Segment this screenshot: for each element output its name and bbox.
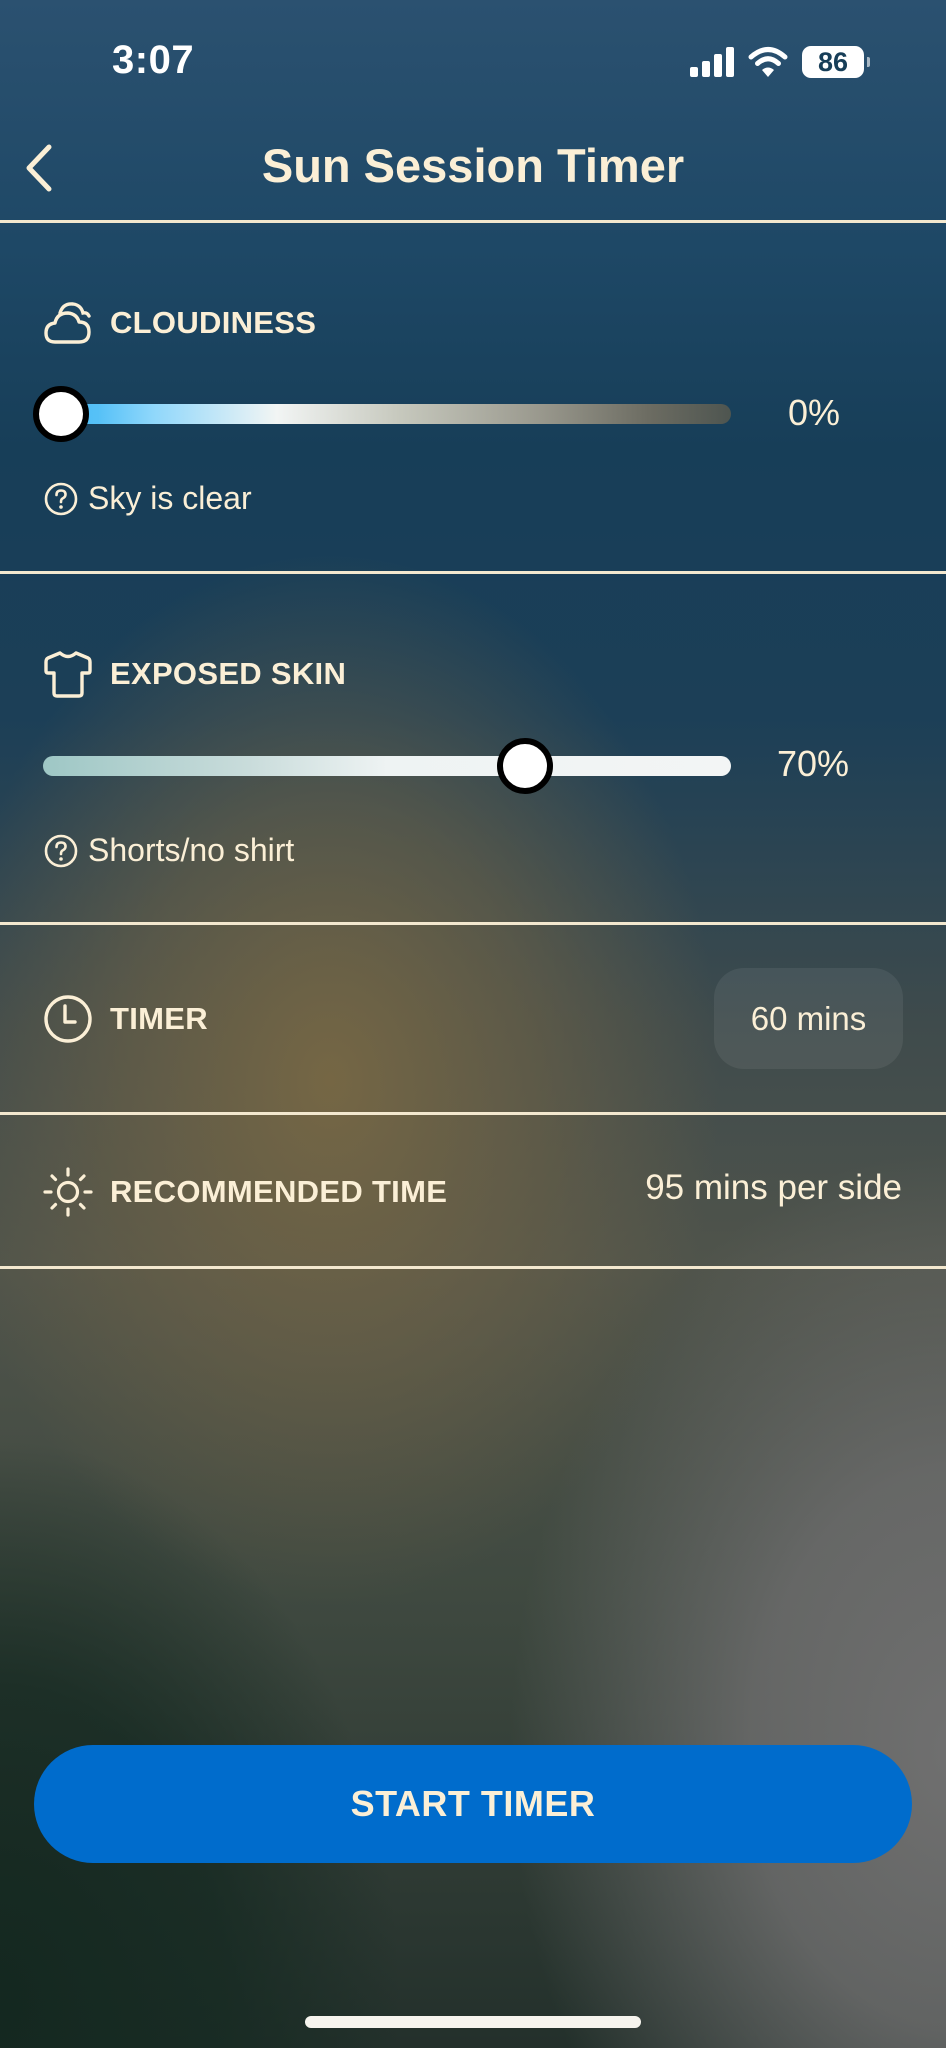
recommended-value: 95 mins per side (645, 1168, 902, 1207)
start-timer-button[interactable]: START TIMER (34, 1745, 912, 1863)
divider (0, 1112, 946, 1115)
exposed-skin-slider-track[interactable] (43, 756, 731, 776)
exposed-skin-value: 70% (777, 743, 850, 784)
cloudiness-slider-track[interactable] (43, 404, 731, 424)
battery-indicator: 86 (802, 46, 870, 78)
page-title: Sun Session Timer (261, 139, 685, 192)
exposed-skin-slider-thumb[interactable] (496, 738, 553, 794)
exposed-skin-hint-text: Shorts/no shirt (88, 832, 295, 868)
help-circle-icon (44, 834, 78, 867)
divider (0, 220, 946, 223)
status-time: 3:07 (112, 38, 195, 82)
clock-icon (42, 993, 94, 1045)
cloud-icon (42, 297, 94, 349)
exposed-skin-header: EXPOSED SKIN (42, 648, 346, 700)
tshirt-icon (42, 648, 94, 700)
cloudiness-hint[interactable]: Sky is clear (44, 480, 252, 517)
cloudiness-hint-text: Sky is clear (88, 480, 252, 516)
back-button[interactable] (14, 138, 64, 198)
recommended-header: RECOMMENDED TIME (42, 1166, 447, 1218)
wifi-icon (748, 47, 788, 77)
timer-label: TIMER (110, 1001, 208, 1036)
battery-level: 86 (817, 46, 849, 77)
home-indicator[interactable] (305, 2016, 641, 2028)
timer-duration-picker[interactable]: 60 mins (714, 968, 903, 1069)
signal-icon (690, 47, 734, 77)
exposed-skin-hint[interactable]: Shorts/no shirt (44, 832, 294, 869)
divider (0, 571, 946, 574)
cloudiness-slider[interactable] (33, 386, 731, 442)
status-icons: 86 (690, 44, 870, 80)
divider (0, 922, 946, 925)
help-circle-icon (44, 482, 78, 515)
cloudiness-slider-thumb[interactable] (33, 386, 89, 442)
exposed-skin-label: EXPOSED SKIN (110, 656, 347, 691)
timer-header: TIMER (42, 993, 208, 1045)
cloudiness-header: CLOUDINESS (42, 297, 316, 349)
sun-icon (42, 1166, 94, 1218)
cloudiness-value: 0% (788, 392, 841, 433)
chevron-left-icon (26, 144, 52, 192)
cloudiness-label: CLOUDINESS (110, 305, 317, 340)
divider (0, 1266, 946, 1269)
recommended-label: RECOMMENDED TIME (110, 1174, 448, 1209)
exposed-skin-slider[interactable] (43, 738, 731, 794)
timer-duration-value: 60 mins (750, 999, 867, 1037)
